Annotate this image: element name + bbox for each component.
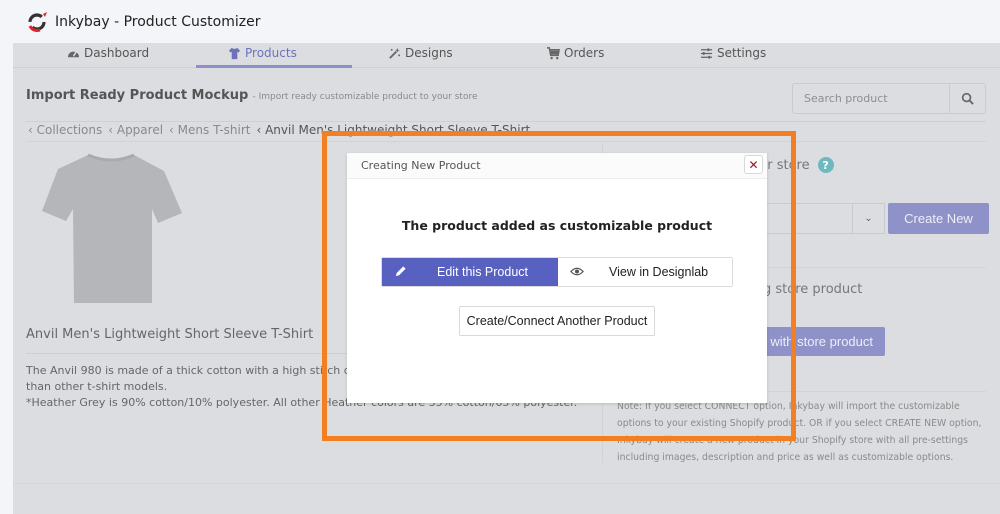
divider — [26, 141, 986, 142]
edit-product-button[interactable]: Edit this Product — [382, 258, 558, 286]
modal-header: Creating New Product ✕ — [347, 153, 767, 179]
search-box — [792, 83, 986, 114]
tshirt-icon — [228, 47, 241, 59]
magic-wand-icon — [389, 47, 401, 59]
breadcrumb-mens-tshirt[interactable]: ‹ Mens T-shirt — [169, 123, 250, 137]
divider — [26, 121, 986, 122]
creating-product-modal: Creating New Product ✕ The product added… — [347, 153, 767, 403]
tab-orders[interactable]: Orders — [547, 46, 604, 60]
app-title: Inkybay - Product Customizer — [55, 13, 261, 30]
close-button[interactable]: ✕ — [744, 155, 763, 174]
search-input[interactable] — [793, 84, 949, 113]
edit-product-label: Edit this Product — [437, 265, 529, 279]
active-tab-indicator — [196, 65, 352, 68]
pencil-icon — [395, 266, 406, 277]
breadcrumb: ‹ Collections ‹ Apparel ‹ Mens T-shirt ‹… — [28, 123, 530, 137]
modal-button-group: Edit this Product View in Designlab — [381, 257, 733, 287]
breadcrumb-apparel[interactable]: ‹ Apparel — [108, 123, 163, 137]
close-icon: ✕ — [748, 157, 759, 172]
search-button[interactable] — [949, 84, 985, 113]
breadcrumb-collections[interactable]: ‹ Collections — [28, 123, 102, 137]
tab-settings-label: Settings — [717, 46, 767, 60]
tab-products-label: Products — [245, 46, 297, 60]
chevron-down-icon: ⌄ — [852, 204, 884, 233]
page-title: Import Ready Product Mockup - Import rea… — [26, 88, 478, 103]
modal-title: Creating New Product — [361, 159, 481, 172]
tab-designs-label: Designs — [405, 46, 453, 60]
breadcrumb-label: Mens T-shirt — [177, 123, 251, 137]
footer-band — [13, 483, 1000, 514]
breadcrumb-current-product: ‹ Anvil Men's Lightweight Short Sleeve T… — [256, 123, 531, 137]
grey-tshirt-image — [42, 153, 182, 303]
dashboard-gauge-icon — [67, 50, 80, 57]
tab-products[interactable]: Products — [228, 46, 297, 60]
left-edge-strip — [0, 0, 13, 514]
product-name: Anvil Men's Lightweight Short Sleeve T-S… — [26, 327, 314, 342]
modal-message: The product added as customizable produc… — [401, 218, 713, 233]
page-title-text: Import Ready Product Mockup — [26, 88, 249, 103]
tab-dashboard[interactable]: Dashboard — [67, 46, 149, 60]
breadcrumb-label: Apparel — [116, 123, 164, 137]
breadcrumb-label: Anvil Men's Lightweight Short Sleeve T-S… — [265, 123, 531, 137]
tab-designs[interactable]: Designs — [388, 46, 453, 60]
view-in-designlab-label: View in Designlab — [609, 265, 709, 279]
cart-icon — [547, 46, 560, 59]
breadcrumb-label: Collections — [36, 123, 103, 137]
connect-heading-text: g store product — [763, 282, 863, 297]
inkybay-logo-icon — [28, 11, 47, 32]
import-note: Note: If you select CONNECT option, Inky… — [617, 401, 982, 463]
search-icon — [961, 92, 974, 105]
page-subtitle: - Import ready customizable product to y… — [252, 92, 478, 102]
create-connect-another-button[interactable]: Create/Connect Another Product — [459, 306, 655, 336]
main-nav: Dashboard Products Designs Orders Settin… — [13, 43, 1000, 68]
eye-icon — [570, 267, 584, 276]
tab-dashboard-label: Dashboard — [84, 46, 150, 60]
view-in-designlab-button[interactable]: View in Designlab — [558, 258, 732, 286]
sliders-icon — [700, 47, 713, 59]
create-new-button[interactable]: Create New — [888, 203, 989, 234]
app-header: Inkybay - Product Customizer — [13, 0, 1000, 43]
tab-settings[interactable]: Settings — [700, 46, 766, 60]
help-icon[interactable]: ? — [817, 157, 834, 173]
tab-orders-label: Orders — [564, 46, 605, 60]
